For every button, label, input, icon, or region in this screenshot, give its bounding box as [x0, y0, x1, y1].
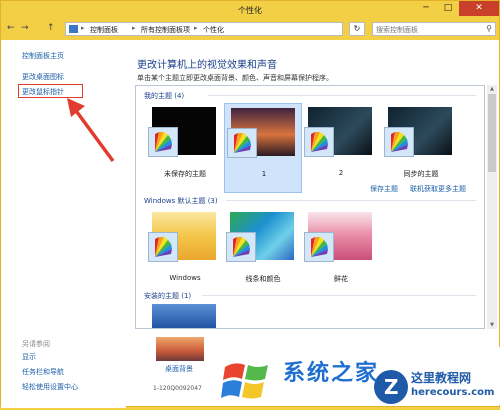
desktop-background-link[interactable]: 桌面背景	[165, 364, 193, 374]
watermark-site2-name: 这里教程网	[411, 371, 472, 385]
control-panel-icon	[69, 25, 78, 33]
breadcrumb[interactable]: ▸ 控制面板 ▸ 所有控制面板项 ▸ 个性化	[65, 22, 343, 36]
theme-windows[interactable]: Windows	[146, 208, 224, 298]
page-description: 单击某个主题立即更改桌面背景、颜色、声音和屏幕保护程序。	[137, 74, 333, 82]
section-divider	[226, 200, 476, 201]
theme-1-selected[interactable]: 1	[224, 103, 302, 193]
scrollbar-thumb[interactable]	[488, 94, 496, 172]
back-button[interactable]: ←	[7, 23, 15, 33]
theme-name: 未保存的主题	[164, 170, 206, 178]
desktop-background-thumbnail[interactable]	[156, 337, 204, 361]
search-input[interactable]	[376, 24, 476, 35]
theme-synced[interactable]: 同步的主题	[382, 103, 460, 193]
theme-name: 线条和颜色	[245, 275, 281, 283]
scroll-up-icon[interactable]: ▲	[487, 85, 497, 93]
sidebar-item-taskbar[interactable]: 任务栏和导航	[22, 367, 64, 377]
scroll-down-icon[interactable]: ▼	[487, 321, 497, 329]
theme-2[interactable]: 2	[302, 103, 380, 193]
sidebar-item-display[interactable]: 显示	[22, 352, 36, 362]
breadcrumb-all-items[interactable]: 所有控制面板项	[141, 25, 190, 35]
theme-name: 同步的主题	[403, 170, 439, 178]
theme-name: 鲜花	[334, 275, 348, 283]
section-installed-themes: 安装的主题 (1)	[144, 292, 192, 300]
section-windows-themes: Windows 默认主题 (3)	[144, 197, 218, 205]
theme-list: 我的主题 (4) 未保存的主题 1 2 同步的主题 保存主题 联机获取更多主题 …	[135, 85, 485, 329]
sidebar-item-ease-of-access[interactable]: 轻松使用设置中心	[22, 382, 78, 392]
color-fan-icon	[226, 232, 256, 262]
breadcrumb-separator: ▸	[81, 24, 85, 32]
theme-flowers[interactable]: 鲜花	[302, 208, 380, 298]
theme-name: 2	[338, 169, 344, 177]
theme-lines-colors[interactable]: 线条和颜色	[224, 208, 302, 298]
color-fan-icon	[148, 232, 178, 262]
color-fan-icon	[148, 127, 178, 157]
title-bar: 个性化 ─ □ ✕	[1, 1, 499, 20]
sidebar-item-desktop-icons[interactable]: 更改桌面图标	[22, 72, 64, 82]
refresh-button[interactable]: ↻	[349, 22, 365, 36]
personalization-window: 个性化 ─ □ ✕ ← → ↑ ▸ 控制面板 ▸ 所有控制面板项 ▸ 个性化 ↻…	[0, 0, 500, 408]
watermark-site-name: 系统之家	[283, 361, 380, 386]
breadcrumb-personalization[interactable]: 个性化	[203, 25, 224, 35]
color-fan-icon	[304, 127, 334, 157]
theme-name: Windows	[169, 274, 201, 282]
address-bar: ← → ↑ ▸ 控制面板 ▸ 所有控制面板项 ▸ 个性化 ↻ ⚲	[1, 20, 499, 40]
up-button[interactable]: ↑	[47, 23, 55, 33]
section-divider	[202, 295, 476, 296]
color-fan-icon	[384, 127, 414, 157]
page-title: 更改计算机上的视觉效果和声音	[137, 60, 277, 71]
breadcrumb-separator: ▸	[194, 24, 198, 32]
theme-name: 1	[261, 170, 267, 178]
search-icon[interactable]: ⚲	[486, 24, 492, 33]
watermark-site2-url: herecours.com	[411, 387, 495, 398]
minimize-button[interactable]: ─	[415, 1, 437, 16]
breadcrumb-control-panel[interactable]: 控制面板	[90, 25, 118, 35]
watermark: Z 系统之家 这里教程网 herecours.com	[221, 345, 500, 408]
get-more-themes-link[interactable]: 联机获取更多主题	[410, 184, 466, 194]
color-fan-icon	[304, 232, 334, 262]
color-fan-icon	[227, 128, 257, 158]
maximize-button[interactable]: □	[437, 1, 459, 16]
forward-button[interactable]: →	[21, 23, 29, 33]
section-my-themes: 我的主题 (4)	[144, 92, 185, 100]
installed-theme-preview[interactable]	[152, 304, 216, 328]
svg-text:Z: Z	[384, 375, 399, 399]
annotation-highlight-box	[18, 84, 83, 98]
desktop-background-file: 1-120Q0092047	[153, 385, 202, 392]
breadcrumb-separator: ▸	[132, 24, 136, 32]
search-box[interactable]: ⚲	[372, 22, 496, 36]
save-theme-link[interactable]: 保存主题	[370, 184, 398, 194]
see-also-heading: 另请参阅	[22, 340, 50, 348]
close-button[interactable]: ✕	[459, 1, 499, 16]
theme-unsaved[interactable]: 未保存的主题	[146, 103, 224, 193]
sidebar-item-control-panel-home[interactable]: 控制面板主页	[22, 51, 64, 61]
theme-list-scrollbar[interactable]: ▲ ▼	[487, 85, 497, 329]
section-divider	[208, 95, 476, 96]
